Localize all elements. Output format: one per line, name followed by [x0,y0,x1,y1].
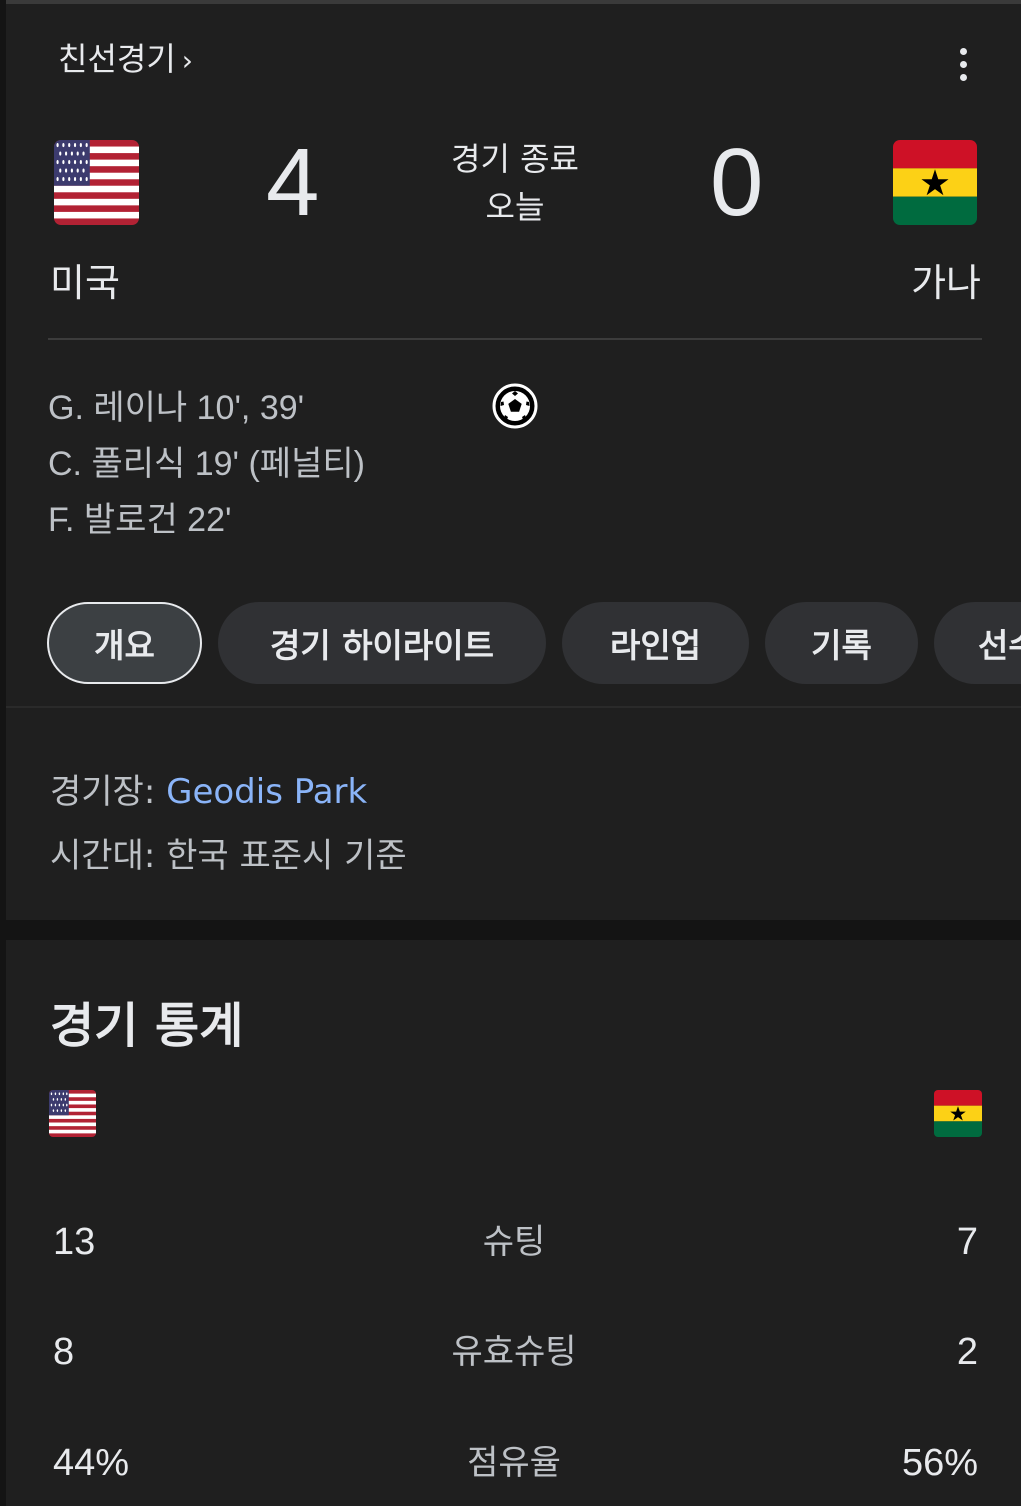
top-border [0,0,1021,4]
venue-info: 경기장: Geodis Park [50,764,367,813]
tab-records[interactable]: 기록 [765,602,918,684]
usa-flag-icon [54,140,139,225]
match-status: 경기 종료 [451,140,579,178]
chevron-right-icon: › [181,44,193,77]
competition-link[interactable]: 친선경기 › [58,34,193,80]
stat-row: 44% 점유율 56% [50,1433,978,1493]
timezone-value: 한국 표준시 기준 [166,836,407,876]
tab-players[interactable]: 선수 [934,602,1021,684]
divider [6,706,1021,708]
soccer-ball-icon [492,383,538,429]
stat-label: 유효슈팅 [451,1332,577,1372]
tab-overview[interactable]: 개요 [47,602,202,684]
ghana-flag-icon [893,140,977,225]
divider [48,338,982,340]
goal-scorers: G. 레이나 10', 39' C. 풀리식 19' (페널티) F. 발로건 … [48,380,365,548]
stat-label: 점유율 [467,1443,561,1483]
away-stat-value: 7 [956,1221,978,1263]
scorer-item: G. 레이나 10', 39' [48,389,305,427]
ghana-flag-icon [934,1090,982,1137]
stat-row: 13 슈팅 7 [50,1212,978,1272]
match-date: 오늘 [485,188,545,226]
stat-row: 8 유효슈팅 2 [50,1322,978,1382]
usa-flag-icon [49,1090,96,1137]
away-stat-value: 2 [956,1331,978,1373]
tab-highlights[interactable]: 경기 하이라이트 [218,602,546,684]
match-card: 친선경기 › 4 경기 종료 오늘 0 미국 가나 G. 레이나 10', 39… [0,0,1021,1506]
stat-label: 슈팅 [482,1222,546,1262]
timezone-label: 시간대: [50,836,167,876]
tab-lineup[interactable]: 라인업 [562,602,749,684]
left-edge [0,0,6,1506]
venue-label: 경기장: [50,772,167,812]
scorer-item: C. 풀리식 19' (페널티) [48,445,365,483]
home-score: 4 [266,129,320,236]
timezone-info: 시간대: 한국 표준시 기준 [50,828,407,877]
competition-label: 친선경기 [58,40,176,78]
home-team-name[interactable]: 미국 [50,252,120,307]
stats-title: 경기 통계 [50,998,244,1054]
away-team-name[interactable]: 가나 [911,252,981,307]
venue-link[interactable]: Geodis Park [166,772,367,812]
scorer-item: F. 발로건 22' [48,501,232,539]
more-vert-icon[interactable] [944,40,984,88]
away-stat-value: 56% [901,1442,978,1484]
away-score: 0 [710,129,764,236]
section-separator [6,920,1021,940]
tab-bar: 개요 경기 하이라이트 라인업 기록 선수 [47,600,1021,686]
